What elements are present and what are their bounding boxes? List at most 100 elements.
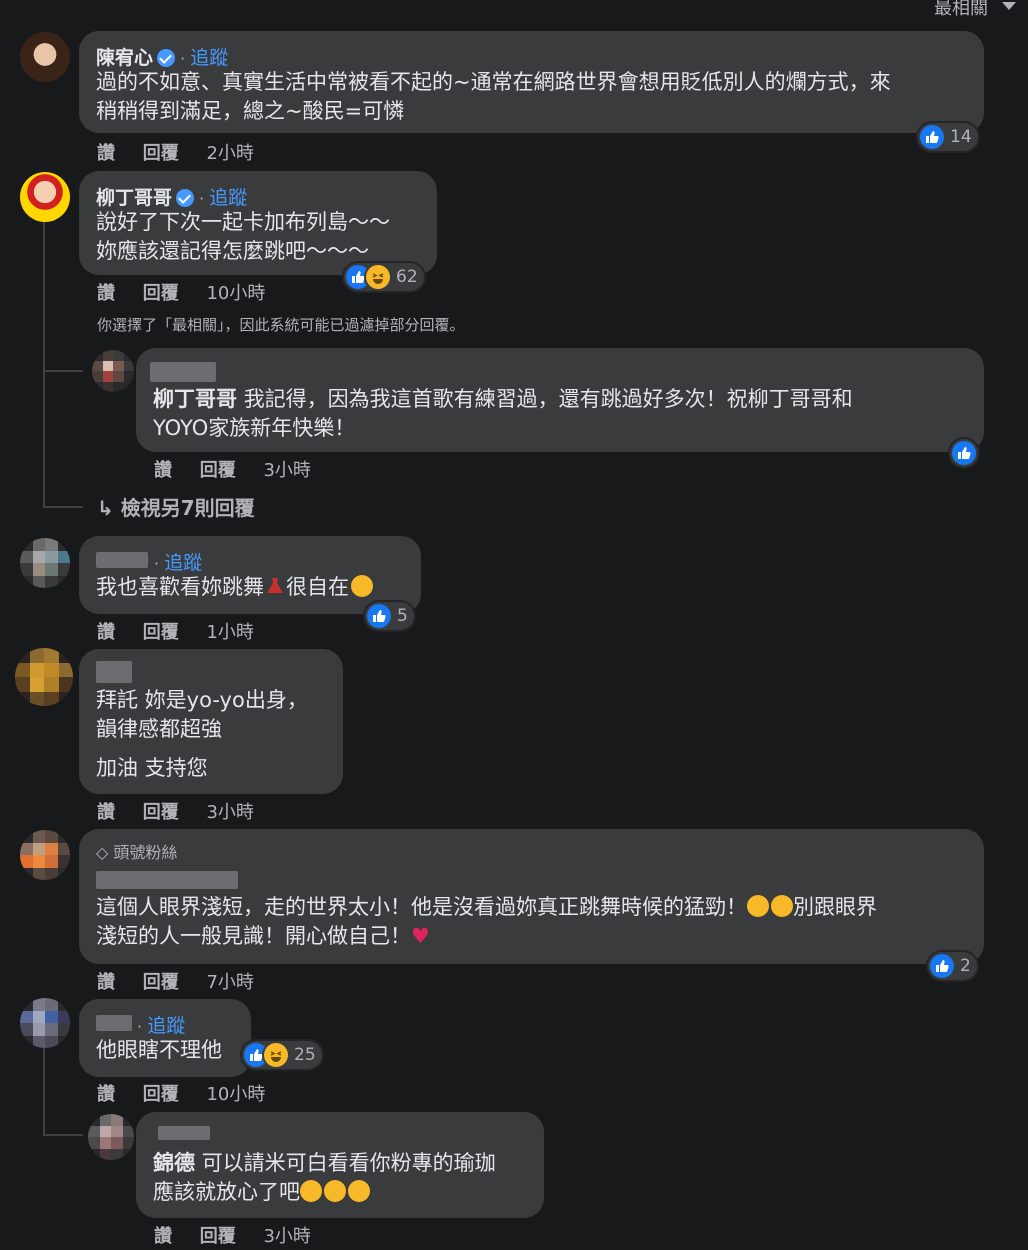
comment-author[interactable]: 柳丁哥哥 <box>96 187 172 209</box>
avatar[interactable] <box>15 648 73 706</box>
timestamp[interactable]: 3小時 <box>263 1226 310 1247</box>
thread-line-branch <box>43 506 83 508</box>
sort-label: 最相關 <box>934 0 988 19</box>
timestamp[interactable]: 2小時 <box>206 143 253 164</box>
avatar[interactable] <box>20 998 70 1048</box>
like-button[interactable]: 讚 <box>154 460 172 481</box>
avatar[interactable] <box>92 350 134 392</box>
comment-text-line: 說好了下次一起卡加布列島～～ <box>96 210 390 234</box>
follow-link[interactable]: 追蹤 <box>209 187 247 209</box>
reaction-summary[interactable]: 5 <box>365 602 414 630</box>
blurred-author[interactable] <box>96 1015 132 1031</box>
timestamp[interactable]: 3小時 <box>263 460 310 481</box>
reaction-summary[interactable]: 14 <box>918 123 978 151</box>
follow-link[interactable]: 追蹤 <box>164 552 202 574</box>
mention-link[interactable]: 柳丁哥哥 <box>153 387 237 411</box>
like-icon <box>367 604 391 628</box>
sunglasses-icon <box>747 895 769 917</box>
badge-label: 頭號粉絲 <box>113 843 178 862</box>
reaction-count: 62 <box>396 267 418 287</box>
reply-button[interactable]: 回覆 <box>143 622 179 643</box>
avatar[interactable] <box>20 172 70 222</box>
haha-icon <box>366 265 390 289</box>
comment-text: 他眼瞎不理他 <box>96 1038 222 1062</box>
comment-bubble: · 追蹤 我也喜歡看妳跳舞 很自在 <box>79 536 421 614</box>
timestamp[interactable]: 7小時 <box>206 972 253 993</box>
reaction-summary[interactable]: 2 <box>928 952 977 980</box>
avatar[interactable] <box>20 32 70 82</box>
reply-text-line: 應該就放心了吧 <box>153 1180 300 1204</box>
chevron-down-icon <box>1002 2 1016 10</box>
reply-button[interactable]: 回覆 <box>200 460 236 481</box>
thread-line <box>43 218 45 508</box>
comment-text-after: 很自在 <box>286 575 349 599</box>
timestamp[interactable]: 10小時 <box>206 1084 265 1105</box>
mention-link[interactable]: 錦德 <box>153 1151 195 1175</box>
reaction-count: 5 <box>397 606 408 626</box>
reply-button[interactable]: 回覆 <box>143 972 179 993</box>
haha-icon <box>264 1043 288 1067</box>
thread-line-branch <box>43 1134 83 1136</box>
reply-button[interactable]: 回覆 <box>143 802 179 823</box>
blurred-author[interactable] <box>96 661 132 683</box>
comment-bubble: 陳宥心 · 追蹤 過的不如意、真實生活中常被看不起的~通常在網路世界會想用貶低別… <box>79 31 984 133</box>
sunglasses-icon <box>771 895 793 917</box>
comment-text-after: 別跟眼界 <box>793 895 877 919</box>
like-button[interactable]: 讚 <box>97 622 115 643</box>
reaction-count: 2 <box>960 956 971 976</box>
blurred-author[interactable] <box>158 1126 210 1140</box>
separator-dot: · <box>199 189 205 208</box>
timestamp[interactable]: 10小時 <box>206 283 265 304</box>
like-icon <box>952 441 976 465</box>
comment-text-line: 拜託 妳是yo-yo出身， <box>96 688 308 712</box>
comment-author[interactable]: 陳宥心 <box>96 47 153 69</box>
reply-text-line: 可以請米可白看看你粉專的瑜珈 <box>201 1151 496 1175</box>
follow-link[interactable]: 追蹤 <box>190 47 228 69</box>
like-button[interactable]: 讚 <box>97 1084 115 1105</box>
like-button[interactable]: 讚 <box>154 1226 172 1247</box>
like-icon <box>930 954 954 978</box>
comment-text-line: 妳應該還記得怎麼跳吧～～～ <box>96 239 369 263</box>
view-more-replies[interactable]: ↳ 檢視另7則回覆 <box>97 492 255 521</box>
reply-button[interactable]: 回覆 <box>143 143 179 164</box>
comment-text: 我也喜歡看妳跳舞 <box>96 575 264 599</box>
view-more-label: 檢視另7則回覆 <box>120 496 255 520</box>
reply-button[interactable]: 回覆 <box>200 1226 236 1247</box>
like-icon <box>920 125 944 149</box>
comment-text-line: 韻律感都超強 <box>96 717 222 741</box>
follow-link[interactable]: 追蹤 <box>147 1015 185 1037</box>
sort-dropdown[interactable]: 最相關 <box>934 0 1016 20</box>
dress-icon <box>264 575 286 597</box>
like-button[interactable]: 讚 <box>97 802 115 823</box>
wink-icon <box>351 575 373 597</box>
reaction-summary[interactable] <box>950 439 978 467</box>
avatar[interactable] <box>88 1114 134 1160</box>
blurred-author[interactable] <box>150 362 216 382</box>
reaction-count: 25 <box>294 1045 316 1065</box>
reply-text-line: 我記得，因為我這首歌有練習過，還有跳過好多次！祝柳丁哥哥和 <box>243 387 853 411</box>
avatar[interactable] <box>20 830 70 880</box>
comment-text-line: 這個人眼界淺短，走的世界太小！他是沒看過妳真正跳舞時候的猛勁！ <box>96 895 747 919</box>
reaction-count: 14 <box>950 127 972 147</box>
timestamp[interactable]: 3小時 <box>206 802 253 823</box>
like-button[interactable]: 讚 <box>97 143 115 164</box>
comment-text-line: 稍稍得到滿足，總之~酸民=可憐 <box>96 99 405 123</box>
like-button[interactable]: 讚 <box>97 972 115 993</box>
blurred-author[interactable] <box>96 552 148 568</box>
like-button[interactable]: 讚 <box>97 283 115 304</box>
comment-bubble: · 追蹤 他眼瞎不理他 <box>79 999 251 1077</box>
thread-line <box>43 1040 45 1136</box>
timestamp[interactable]: 1小時 <box>206 622 253 643</box>
reply-button[interactable]: 回覆 <box>143 283 179 304</box>
reaction-summary[interactable]: 25 <box>242 1041 322 1069</box>
diamond-icon: ◇ <box>96 843 109 862</box>
reaction-summary[interactable]: 62 <box>344 263 424 291</box>
comment-text-line: 淺短的人一般見識！開心做自己！ <box>96 924 411 948</box>
blurred-author[interactable] <box>96 871 238 889</box>
thread-line-branch <box>43 370 83 372</box>
rofl-icon <box>324 1180 346 1202</box>
avatar[interactable] <box>20 538 70 588</box>
rofl-icon <box>348 1180 370 1202</box>
reply-arrow-icon: ↳ <box>97 496 114 520</box>
reply-button[interactable]: 回覆 <box>143 1084 179 1105</box>
